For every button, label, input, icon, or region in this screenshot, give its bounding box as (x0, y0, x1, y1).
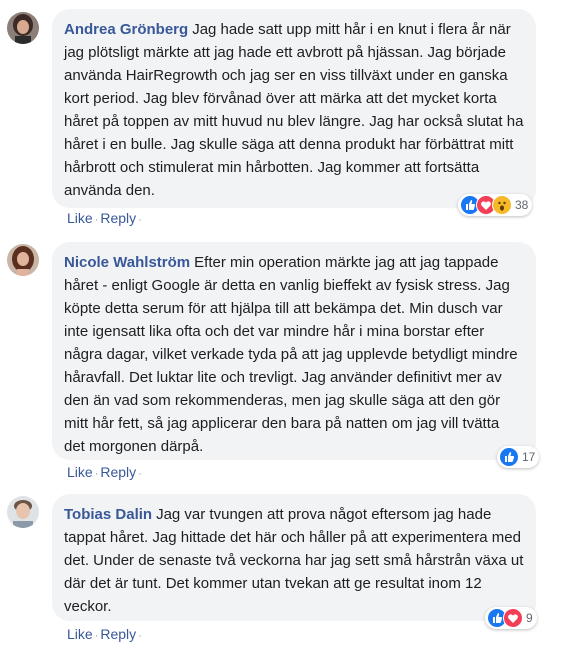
like-link[interactable]: Like (67, 210, 93, 226)
like-icon (499, 447, 519, 467)
reply-link[interactable]: Reply (100, 464, 136, 480)
wow-icon (492, 195, 512, 215)
comment-actions: Like · Reply · (67, 464, 144, 480)
separator: · (94, 214, 99, 226)
comment-bubble: Tobias Dalin Jag var tvungen att prova nå… (52, 494, 536, 621)
reaction-count: 9 (526, 611, 533, 625)
separator: · (138, 630, 142, 642)
reactions-summary[interactable]: 38 (458, 194, 533, 216)
reactions-summary[interactable]: 17 (497, 446, 540, 468)
avatar[interactable] (7, 12, 39, 44)
comment-author[interactable]: Nicole Wahlström (64, 254, 190, 271)
like-link[interactable]: Like (67, 626, 93, 642)
reaction-count: 38 (515, 198, 529, 212)
separator: · (138, 214, 142, 226)
reactions-summary[interactable]: 9 (485, 607, 537, 629)
comment-bubble: Nicole Wahlström Efter min operation märk… (52, 242, 536, 460)
love-icon (503, 608, 523, 628)
comment-text: Efter min operation märkte jag att jag t… (64, 254, 518, 455)
like-link[interactable]: Like (67, 464, 93, 480)
reply-link[interactable]: Reply (100, 210, 136, 226)
separator: · (94, 468, 99, 480)
comment-text: Jag hade satt upp mitt hår i en knut i f… (64, 21, 524, 199)
avatar[interactable] (7, 496, 39, 528)
comment-bubble: Andrea Grönberg Jag hade satt upp mitt hå… (52, 9, 536, 208)
comment-author[interactable]: Andrea Grönberg (64, 21, 188, 38)
comment-actions: Like · Reply · (67, 210, 144, 226)
reaction-count: 17 (522, 450, 536, 464)
comment-author[interactable]: Tobias Dalin (64, 506, 152, 523)
comment-actions: Like · Reply · (67, 626, 144, 642)
avatar[interactable] (7, 244, 39, 276)
separator: · (94, 630, 99, 642)
reply-link[interactable]: Reply (100, 626, 136, 642)
separator: · (138, 468, 142, 480)
